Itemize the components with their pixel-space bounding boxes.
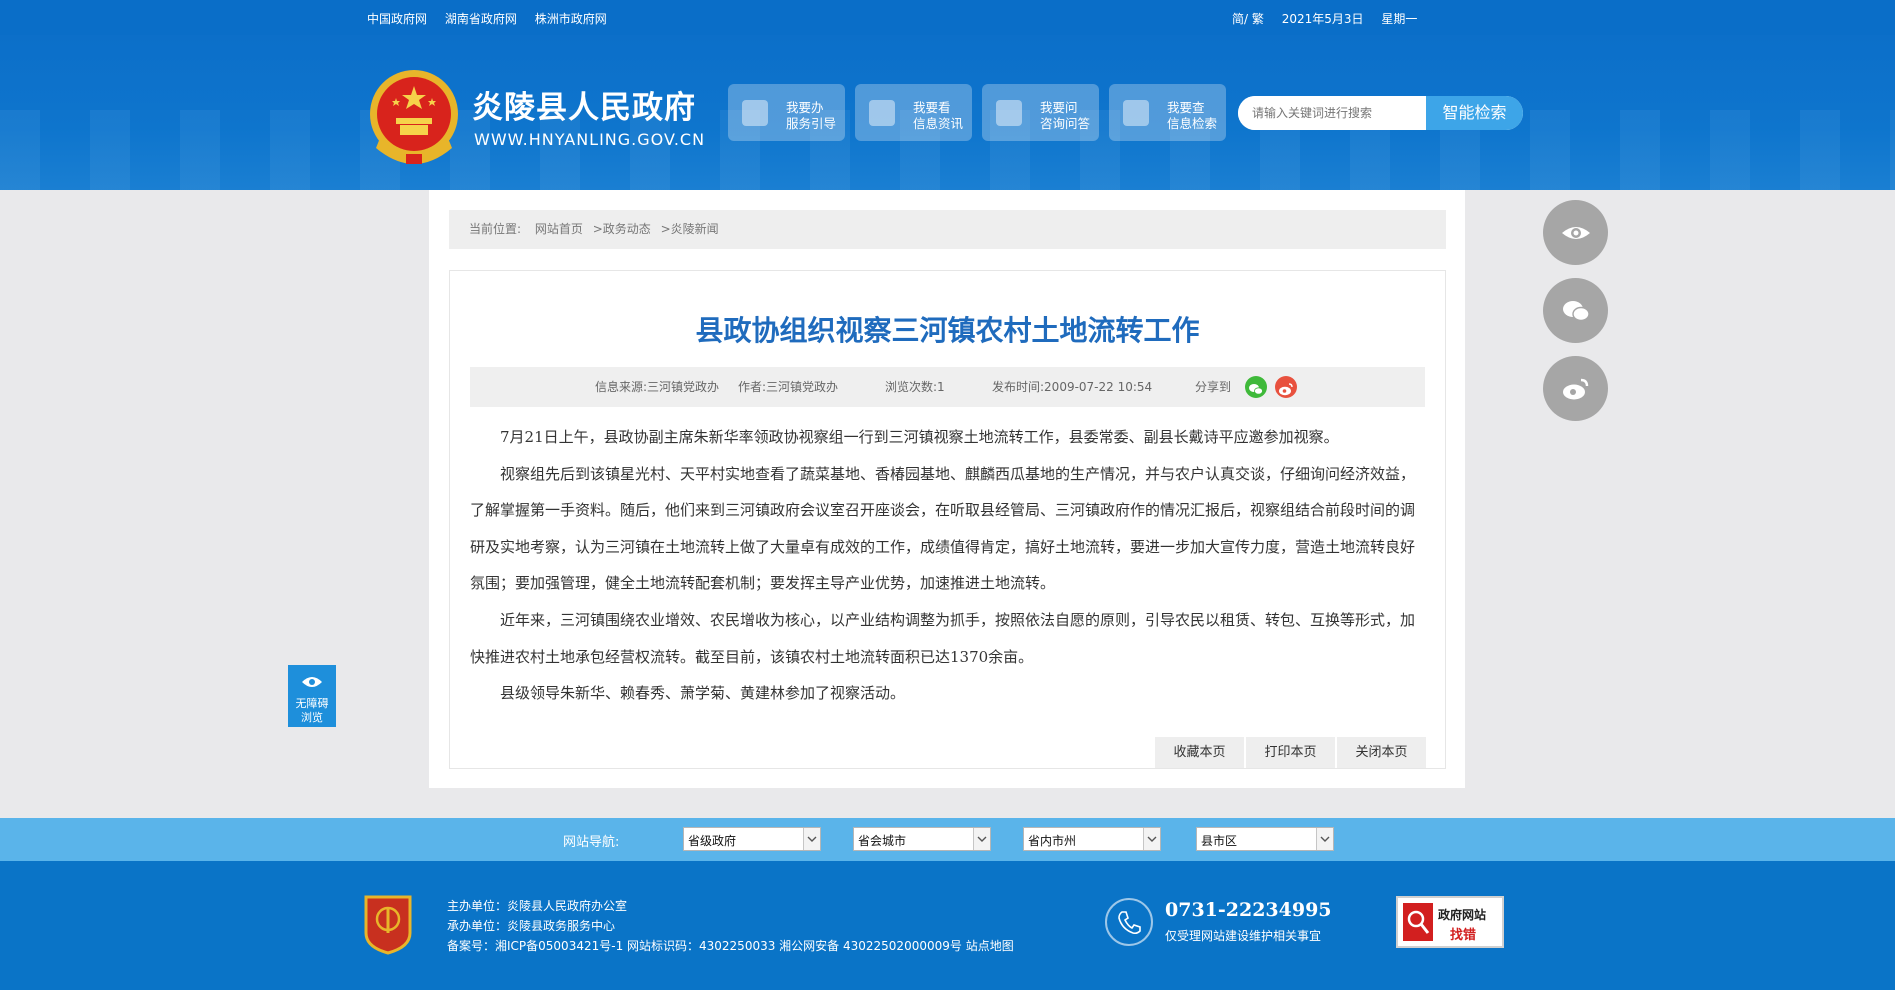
eye-icon [302,677,322,687]
chevron-down-icon [1316,828,1333,850]
service-guide-button[interactable]: 我要办 服务引导 [728,84,845,141]
meta-views: 浏览次数:1 [885,380,945,394]
phone-note: 仅受理网站建设维护相关事宜 [1165,929,1322,943]
weibo-icon [1563,378,1589,400]
footer-operator: 承办单位：炎陵县政务服务中心 [447,919,616,933]
site-title[interactable]: 炎陵县人民政府 [472,82,696,127]
article-paragraph: 视察组先后到该镇星光村、天平村实地查看了蔬菜基地、香椿园基地、麒麟西瓜基地的生产… [470,464,1416,593]
footer-record[interactable]: 备案号：湘ICP备05003421号-1 网站标识码：4302250033 湘公… [447,936,1014,956]
float-eye-button[interactable] [1543,200,1608,265]
document-icon [742,100,768,126]
article-title: 县政协组织视察三河镇农村土地流转工作 [695,314,1200,347]
lang-toggle[interactable]: 简/ 繁 [1232,12,1264,26]
breadcrumb: 当前位置: 网站首页 >政务动态 >炎陵新闻 [449,210,1446,249]
link-zhuzhou-gov[interactable]: 株洲市政府网 [535,12,607,26]
button-line2: 信息资讯 [913,116,964,131]
gov-site-error-report[interactable]: 政府网站 找错 [1396,896,1504,948]
top-bar: 中国政府网 湖南省政府网 株洲市政府网 简/ 繁 2021年5月3日 星期一 [0,0,1895,35]
select-value: 县市区 [1201,834,1238,848]
site-nav-bar: 网站导航: 省级政府 省会城市 省内市州 县市区 [0,818,1895,861]
meta-share-label: 分享到 [1195,380,1232,394]
button-line2: 咨询问答 [1040,116,1091,131]
weibo-share-icon[interactable] [1275,376,1297,398]
phone-icon [1105,898,1153,946]
breadcrumb-prefix: 当前位置: [469,222,522,236]
article-tools: 收藏本页 打印本页 关闭本页 [1153,737,1426,768]
site-domain: WWW.HNYANLING.GOV.CN [474,130,706,149]
link-hunan-gov[interactable]: 湖南省政府网 [445,12,517,26]
search-input[interactable] [1238,96,1438,130]
site-footer: 主办单位：炎陵县人民政府办公室 承办单位：炎陵县政务服务中心 备案号：湘ICP备… [0,861,1895,990]
error-box-line2: 找错 [1450,928,1477,943]
button-line2: 信息检索 [1167,116,1218,131]
meta-author: 作者:三河镇党政办 [738,380,839,394]
footer-info: 主办单位：炎陵县人民政府办公室 承办单位：炎陵县政务服务中心 备案号：湘ICP备… [447,896,1014,956]
select-value: 省级政府 [688,834,737,848]
search-box: 智能检索 [1238,96,1523,130]
capital-city-select[interactable]: 省会城市 [853,827,991,851]
site-header: 炎陵县人民政府 WWW.HNYANLING.GOV.CN 我要办 服务引导 我要… [0,35,1895,190]
current-weekday: 星期一 [1381,12,1418,26]
float-weibo-button[interactable] [1543,356,1608,421]
bookmark-page-button[interactable]: 收藏本页 [1155,737,1244,768]
wechat-icon [1563,301,1590,322]
meta-publish-time: 发布时间:2009-07-22 10:54 [992,380,1153,394]
wechat-share-icon[interactable] [1245,376,1267,398]
info-news-button[interactable]: 我要看 信息资讯 [855,84,972,141]
national-emblem-icon [370,70,458,164]
site-nav-label: 网站导航: [563,835,620,850]
search-icon [1123,100,1149,126]
select-value: 省会城市 [858,834,907,848]
chevron-down-icon [1143,828,1160,850]
qa-button[interactable]: 我要问 咨询问答 [982,84,1099,141]
magnifier-icon [1403,903,1433,941]
info-search-button[interactable]: 我要查 信息检索 [1109,84,1226,141]
error-box-line1: 政府网站 [1438,908,1487,922]
accessibility-label-2: 浏览 [301,711,323,724]
print-page-button[interactable]: 打印本页 [1246,737,1335,768]
article-paragraph: 县级领导朱新华、赖春秀、萧学菊、黄建林参加了视察活动。 [500,684,906,703]
article-meta: 信息来源:三河镇党政办 作者:三河镇党政办 浏览次数:1 发布时间:2009-0… [470,367,1425,407]
select-value: 省内市州 [1028,834,1077,848]
link-china-gov[interactable]: 中国政府网 [367,12,427,26]
meta-source: 信息来源:三河镇党政办 [595,380,720,394]
question-icon [996,100,1022,126]
float-wechat-button[interactable] [1543,278,1608,343]
footer-host: 主办单位：炎陵县人民政府办公室 [447,899,628,913]
breadcrumb-policy-news[interactable]: >政务动态 [593,222,651,236]
chevron-down-icon [803,828,820,850]
chevron-down-icon [973,828,990,850]
main-content: 当前位置: 网站首页 >政务动态 >炎陵新闻 县政协组织视察三河镇农村土地流转工… [429,190,1465,788]
top-right: 简/ 繁 2021年5月3日 星期一 [1232,10,1431,27]
accessibility-button[interactable]: 无障碍 浏览 [288,665,336,727]
phone-number: 0731-22234995 [1165,899,1332,921]
article: 县政协组织视察三河镇农村土地流转工作 信息来源:三河镇党政办 作者:三河镇党政办… [449,270,1446,769]
top-links: 中国政府网 湖南省政府网 株洲市政府网 [367,10,621,27]
close-page-button[interactable]: 关闭本页 [1337,737,1426,768]
prefecture-select[interactable]: 省内市州 [1023,827,1161,851]
article-body: 7月21日上午，县政协副主席朱新华率领政协视察组一行到三河镇视察土地流转工作，县… [470,419,1425,712]
article-paragraph: 近年来，三河镇围绕农业增效、农民增收为核心，以产业结构调整为抓手，按照依法自愿的… [470,610,1416,666]
breadcrumb-yanling-news[interactable]: >炎陵新闻 [661,222,719,236]
button-line2: 服务引导 [786,116,837,131]
eye-icon [1562,227,1590,239]
article-paragraph: 7月21日上午，县政协副主席朱新华率领政协视察组一行到三河镇视察土地流转工作，县… [500,428,1339,446]
eye-icon [869,100,895,126]
current-date: 2021年5月3日 [1281,12,1364,26]
party-gov-badge-icon[interactable] [362,893,414,955]
breadcrumb-home[interactable]: 网站首页 [535,222,583,236]
smart-search-button[interactable]: 智能检索 [1426,96,1523,130]
county-select[interactable]: 县市区 [1196,827,1334,851]
province-gov-select[interactable]: 省级政府 [683,827,821,851]
